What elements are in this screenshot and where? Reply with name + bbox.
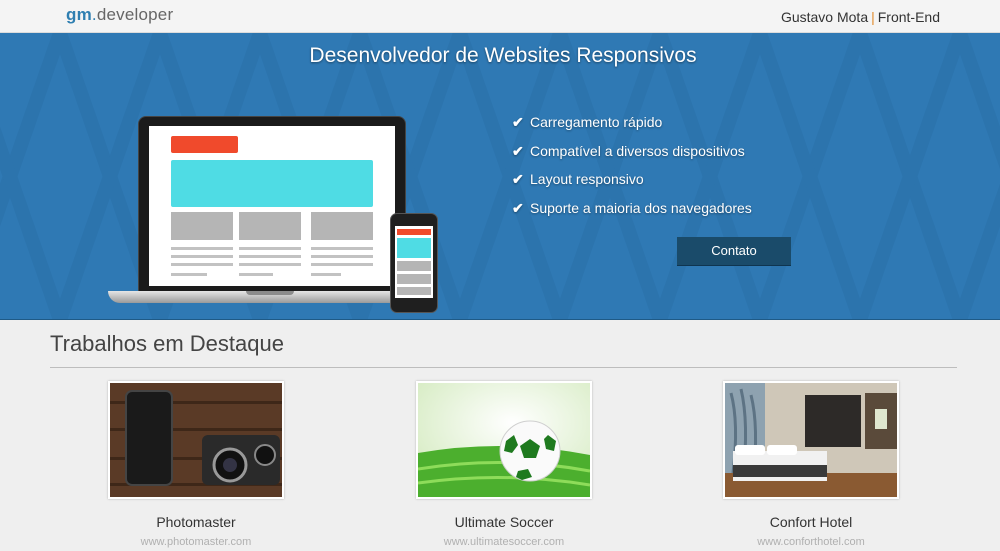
feature-label: Suporte a maioria dos navegadores: [530, 200, 752, 217]
work-thumbnail[interactable]: [416, 381, 592, 499]
work-card-ultimate-soccer[interactable]: Ultimate Soccer www.ultimatesoccer.com: [416, 381, 592, 548]
phone-screen: [395, 226, 433, 298]
feature-item: ✔ Carregamento rápido: [512, 114, 752, 143]
author-role: Front-End: [877, 9, 940, 25]
top-bar: gm.developer Gustavo Mota | Front-End: [0, 0, 1000, 33]
feature-item: ✔ Layout responsivo: [512, 171, 752, 200]
work-title[interactable]: Confort Hotel: [723, 514, 899, 530]
logo-prefix: gm: [66, 5, 92, 24]
laptop-notch: [246, 291, 294, 295]
author-info: Gustavo Mota | Front-End: [781, 9, 940, 25]
logo[interactable]: gm.developer: [66, 5, 173, 25]
feature-label: Compatível a diversos dispositivos: [530, 142, 745, 159]
work-title[interactable]: Ultimate Soccer: [416, 514, 592, 530]
work-card-photomaster[interactable]: Photomaster www.photomaster.com: [108, 381, 284, 548]
work-thumbnail[interactable]: [723, 381, 899, 499]
phone-illustration: [390, 213, 438, 313]
author-separator: |: [871, 9, 875, 25]
feature-label: Carregamento rápido: [530, 114, 663, 130]
feature-item: ✔ Suporte a maioria dos navegadores: [512, 200, 752, 229]
work-url[interactable]: www.photomaster.com: [108, 536, 284, 548]
work-card-confort-hotel[interactable]: Confort Hotel www.conforthotel.com: [723, 381, 899, 548]
check-icon: ✔: [512, 200, 524, 217]
camera-phone-image: [110, 383, 282, 497]
laptop-screen: [149, 126, 395, 286]
feature-item: ✔ Compatível a diversos dispositivos: [512, 143, 752, 172]
section-divider: [50, 367, 957, 368]
work-url[interactable]: www.ultimatesoccer.com: [416, 536, 592, 548]
work-title[interactable]: Photomaster: [108, 514, 284, 530]
soccer-ball-image: [418, 383, 590, 497]
feature-list: ✔ Carregamento rápido ✔ Compatível a diver…: [512, 114, 752, 229]
check-icon: ✔: [512, 142, 524, 159]
laptop-illustration: [138, 116, 406, 296]
author-name: Gustavo Mota: [780, 9, 869, 25]
hotel-room-image: [725, 383, 897, 497]
hero-title: Desenvolvedor de Websites Responsivos: [309, 44, 697, 67]
work-url[interactable]: www.conforthotel.com: [723, 536, 899, 548]
hero-banner: Desenvolvedor de Websites Responsivos ✔ …: [0, 33, 1000, 320]
work-thumbnail[interactable]: [108, 381, 284, 499]
section-title: Trabalhos em Destaque: [50, 331, 284, 356]
contact-button[interactable]: Contato: [677, 237, 791, 266]
feature-label: Layout responsivo: [530, 171, 644, 188]
logo-suffix: developer: [96, 5, 174, 24]
check-icon: ✔: [512, 114, 524, 130]
check-icon: ✔: [512, 171, 524, 188]
